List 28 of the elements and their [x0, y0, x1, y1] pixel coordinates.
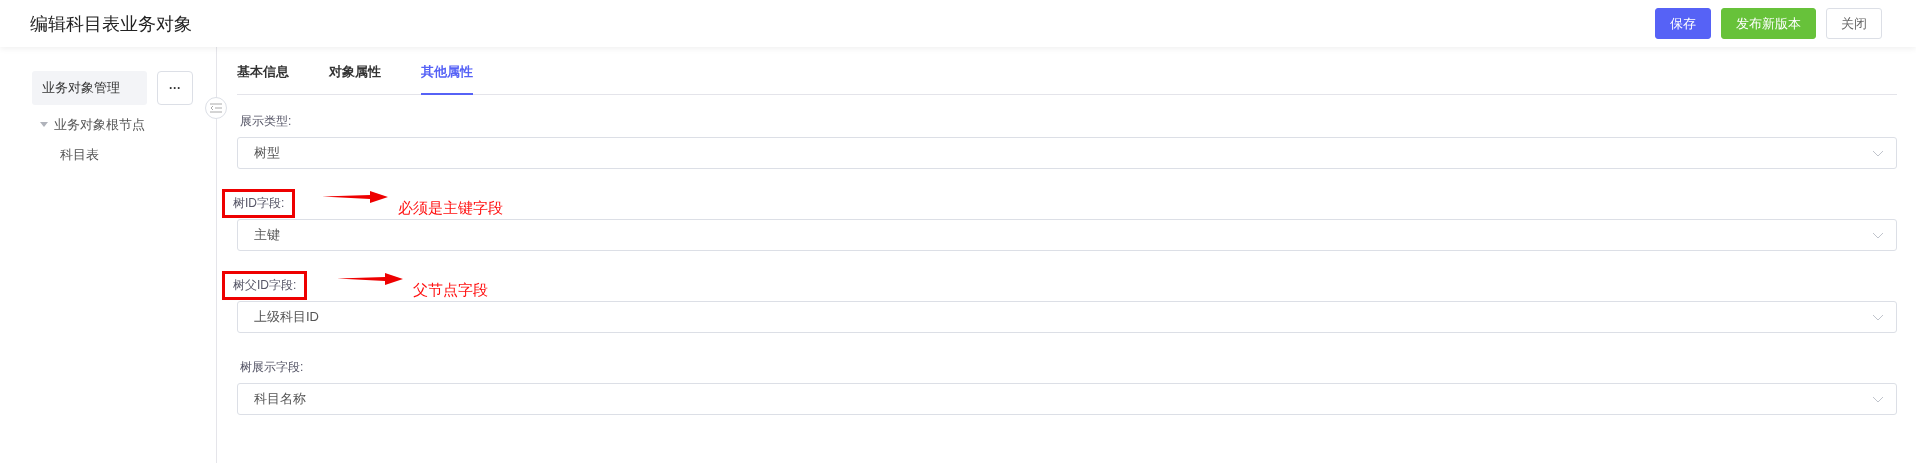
tab[interactable]: 基本信息	[237, 55, 289, 95]
save-button[interactable]: 保存	[1655, 8, 1711, 39]
select-field[interactable]: 科目名称	[237, 383, 1897, 415]
sidebar-title[interactable]: 业务对象管理	[32, 71, 147, 105]
page-title: 编辑科目表业务对象	[30, 12, 192, 36]
arrow-icon	[337, 273, 403, 285]
tree-node[interactable]: 业务对象根节点	[54, 116, 145, 134]
caret-icon[interactable]	[40, 122, 48, 128]
tab[interactable]: 对象属性	[329, 55, 381, 95]
tree-node[interactable]: 科目表	[60, 146, 99, 164]
chevron-down-icon	[1872, 231, 1884, 239]
close-button[interactable]: 关闭	[1826, 8, 1882, 39]
field-label: 展示类型:	[239, 112, 293, 130]
select-field[interactable]: 上级科目ID	[237, 301, 1897, 333]
field-label: 树展示字段:	[239, 358, 305, 376]
more-button[interactable]: ···	[157, 71, 193, 105]
field-label: 树父ID字段:	[222, 270, 308, 300]
collapse-icon[interactable]	[205, 97, 227, 119]
select-field[interactable]: 树型	[237, 137, 1897, 169]
chevron-down-icon	[1872, 313, 1884, 321]
tab[interactable]: 其他属性	[421, 55, 473, 95]
annotation-note: 必须是主键字段	[398, 199, 503, 217]
chevron-down-icon	[1872, 395, 1884, 403]
select-field[interactable]: 主键	[237, 219, 1897, 251]
chevron-down-icon	[1872, 149, 1884, 157]
field-label: 树ID字段:	[222, 188, 296, 218]
annotation-note: 父节点字段	[413, 281, 488, 299]
arrow-icon	[322, 191, 388, 203]
